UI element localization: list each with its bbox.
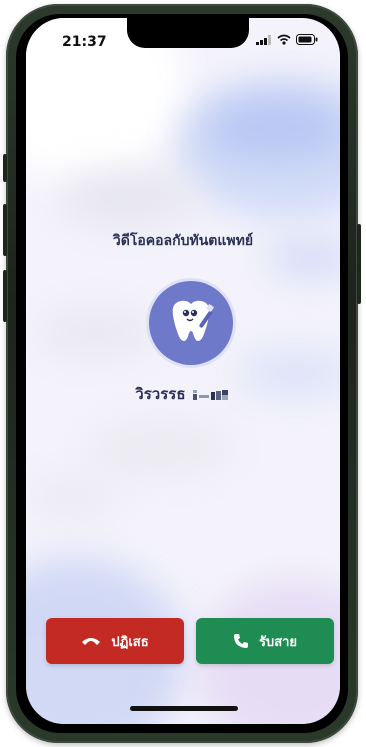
accept-label: รับสาย: [258, 634, 298, 650]
caller-name: วิรวรรธ: [26, 382, 340, 406]
call-title: วิดีโอคอลกับทันตแพทย์: [112, 233, 254, 249]
notch: [127, 18, 249, 48]
volume-down-button: [3, 270, 7, 322]
accept-button[interactable]: รับสาย: [196, 618, 334, 664]
caller-avatar: [149, 281, 233, 365]
decline-button[interactable]: ปฏิเสธ: [46, 618, 184, 664]
mute-switch: [3, 154, 7, 182]
tooth-mascot-icon: [172, 300, 214, 341]
signal-icon: [256, 34, 271, 45]
wifi-icon: [277, 34, 291, 45]
caller-name-text: วิรวรรธ: [135, 385, 186, 403]
call-screen: 21:37 วิดีโอคอลกับทันตแพทย์ วิรวรรธ ปฏิเ…: [26, 18, 340, 724]
power-button: [357, 224, 361, 304]
home-indicator[interactable]: [130, 706, 238, 711]
phone-icon: [233, 634, 248, 648]
status-icons: [256, 34, 318, 45]
battery-icon: [296, 34, 318, 45]
status-time: 21:37: [62, 34, 107, 50]
hang-up-icon: [82, 638, 101, 645]
volume-up-button: [3, 204, 7, 256]
redacted-surname: [192, 389, 228, 400]
decline-label: ปฏิเสธ: [111, 634, 149, 650]
